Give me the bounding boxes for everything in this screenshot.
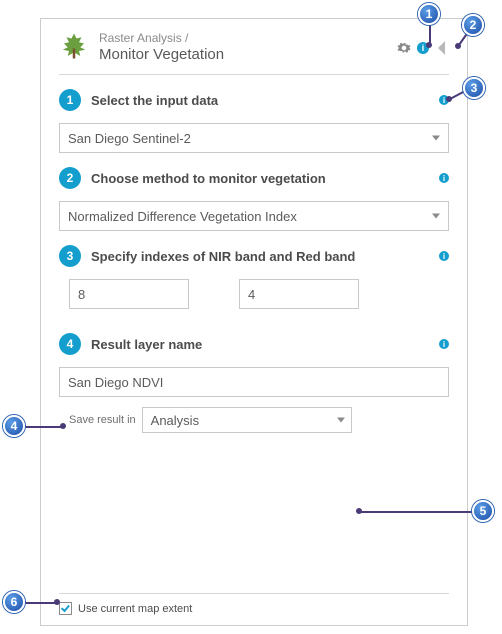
input-data-select[interactable]: San Diego Sentinel-2 bbox=[59, 123, 449, 153]
save-result-label: Save result in bbox=[59, 414, 136, 426]
nir-band-input[interactable]: 8 bbox=[69, 279, 189, 309]
step-method: 2 Choose method to monitor vegetation i … bbox=[59, 167, 449, 231]
step-number: 4 bbox=[59, 333, 81, 355]
callout-4: 4 bbox=[3, 415, 25, 437]
step-title: Select the input data bbox=[91, 93, 439, 108]
step-result-layer: 4 Result layer name i San Diego NDVI Sav… bbox=[59, 333, 449, 433]
callout-dot bbox=[54, 599, 60, 605]
info-icon[interactable]: i bbox=[439, 173, 449, 183]
step-title: Result layer name bbox=[91, 337, 439, 352]
select-value: San Diego Sentinel-2 bbox=[68, 131, 191, 146]
use-extent-label: Use current map extent bbox=[78, 603, 192, 615]
chevron-down-icon bbox=[432, 214, 440, 219]
chevron-down-icon bbox=[432, 136, 440, 141]
callout-leader bbox=[25, 426, 61, 428]
step-input-data: 1 Select the input data i San Diego Sent… bbox=[59, 89, 449, 153]
page-title: Monitor Vegetation bbox=[99, 46, 397, 63]
panel-header: Raster Analysis / Monitor Vegetation i bbox=[59, 31, 449, 75]
callout-5: 5 bbox=[472, 500, 494, 522]
select-value: Normalized Difference Vegetation Index bbox=[68, 209, 297, 224]
callout-leader bbox=[25, 602, 55, 604]
back-icon[interactable] bbox=[435, 41, 449, 55]
panel-footer: Use current map extent bbox=[59, 593, 449, 615]
save-result-select[interactable]: Analysis bbox=[142, 407, 352, 433]
result-layer-name-input[interactable]: San Diego NDVI bbox=[59, 367, 449, 397]
callout-dot bbox=[60, 423, 66, 429]
step-band-indexes: 3 Specify indexes of NIR band and Red ba… bbox=[59, 245, 449, 309]
method-select[interactable]: Normalized Difference Vegetation Index bbox=[59, 201, 449, 231]
callout-3: 3 bbox=[463, 77, 485, 99]
raster-analysis-panel: Raster Analysis / Monitor Vegetation i 1… bbox=[40, 18, 468, 626]
chevron-down-icon bbox=[337, 418, 345, 423]
step-number: 3 bbox=[59, 245, 81, 267]
callout-dot bbox=[446, 96, 452, 102]
select-value: Analysis bbox=[151, 413, 199, 428]
breadcrumb: Raster Analysis / bbox=[99, 32, 397, 46]
callout-6: 6 bbox=[3, 591, 25, 613]
callout-dot bbox=[426, 42, 432, 48]
callout-dot bbox=[356, 508, 362, 514]
gear-icon[interactable] bbox=[397, 41, 411, 55]
callout-1: 1 bbox=[418, 3, 440, 25]
callout-2: 2 bbox=[462, 14, 484, 36]
red-band-input[interactable]: 4 bbox=[239, 279, 359, 309]
use-extent-checkbox[interactable] bbox=[59, 602, 72, 615]
step-title: Specify indexes of NIR band and Red band bbox=[91, 249, 439, 264]
callout-leader bbox=[429, 25, 431, 43]
step-title: Choose method to monitor vegetation bbox=[91, 171, 439, 186]
step-number: 1 bbox=[59, 89, 81, 111]
info-icon[interactable]: i bbox=[439, 251, 449, 261]
callout-dot bbox=[455, 43, 461, 49]
step-number: 2 bbox=[59, 167, 81, 189]
info-icon[interactable]: i bbox=[439, 339, 449, 349]
leaf-icon bbox=[59, 31, 89, 64]
callout-leader bbox=[360, 511, 474, 513]
